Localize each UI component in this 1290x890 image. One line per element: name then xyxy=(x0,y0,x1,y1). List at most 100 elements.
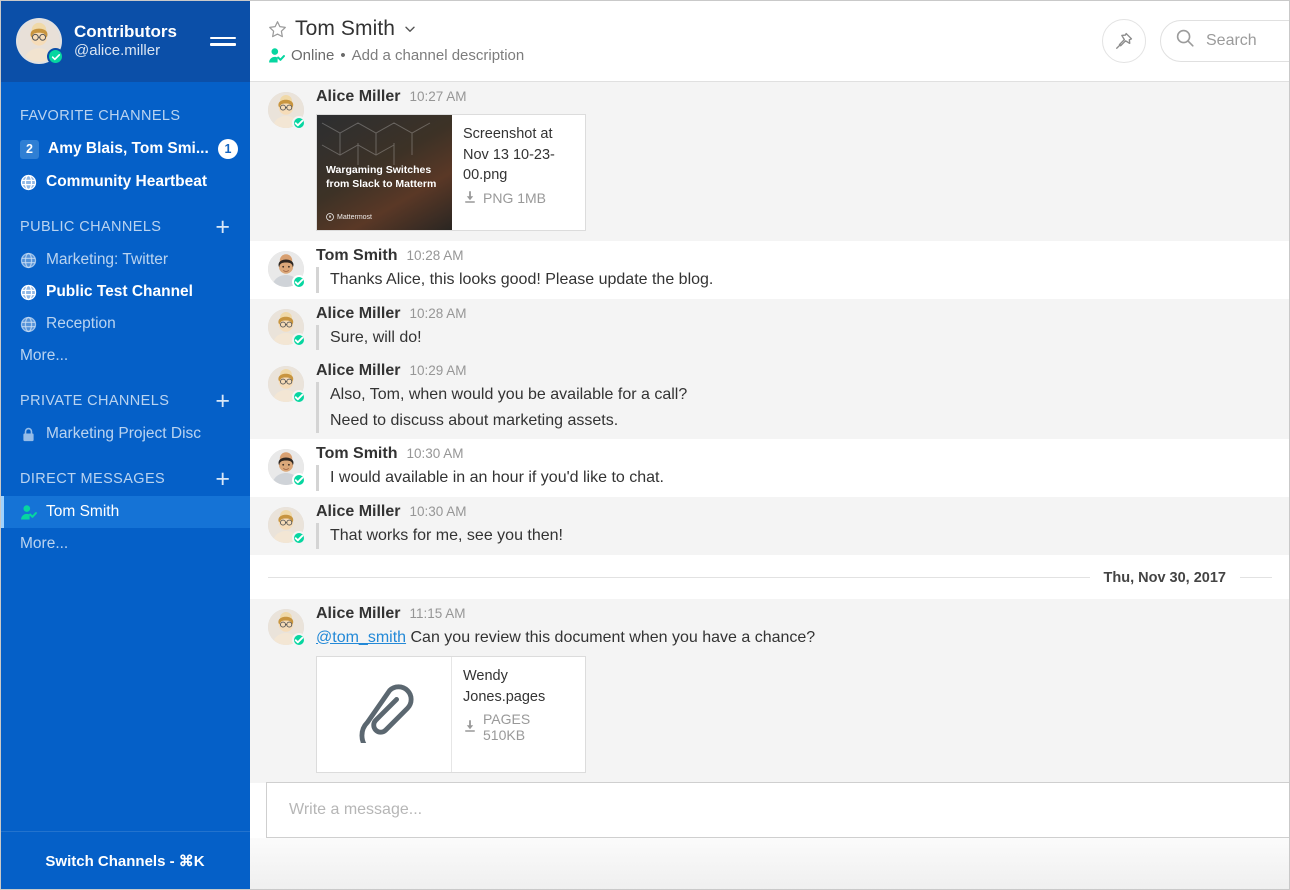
message-author[interactable]: Alice Miller xyxy=(316,362,400,380)
category-favorite-channels[interactable]: FAVORITE CHANNELS xyxy=(0,98,250,132)
avatar[interactable] xyxy=(268,503,306,545)
message-timestamp: 10:27 AM xyxy=(409,89,467,104)
message-author[interactable]: Alice Miller xyxy=(316,305,400,323)
message-composer[interactable] xyxy=(266,782,1290,838)
attachment-filename[interactable]: Wendy Jones.pages xyxy=(463,666,575,707)
sidebar-item-marketing-project-disc[interactable]: Marketing Project Disc xyxy=(0,418,250,450)
mattermost-logo-icon: Mattermost xyxy=(326,213,372,221)
switch-channels-button[interactable]: Switch Channels - ⌘K xyxy=(0,832,250,890)
message-timestamp: 10:30 AM xyxy=(409,503,467,519)
add-channel-description-link[interactable]: Add a channel description xyxy=(352,47,525,64)
message-row[interactable]: Alice Miller 10:30 AM That works for me,… xyxy=(250,496,1290,555)
sidebar-item-reception[interactable]: Reception xyxy=(0,308,250,340)
message-line: I would available in an hour if you'd li… xyxy=(330,469,664,487)
avatar[interactable] xyxy=(268,362,306,405)
avatar[interactable] xyxy=(268,305,306,347)
message-meta: Alice Miller 10:30 AM xyxy=(316,503,1282,521)
attachment-card[interactable]: Wendy Jones.pages PAGES 510KB xyxy=(316,656,586,774)
message-text: Sure, will do! xyxy=(316,324,1282,351)
sidebar-item-tom-smith[interactable]: Tom Smith xyxy=(0,496,250,528)
category-private-channels[interactable]: PRIVATE CHANNELS + xyxy=(0,382,250,418)
globe-icon xyxy=(20,174,37,191)
sidebar-item-label: Amy Blais, Tom Smi... xyxy=(48,140,209,157)
globe-icon xyxy=(20,284,37,301)
message-list[interactable]: Alice Miller 10:27 AM Wargaming Switches… xyxy=(250,82,1290,890)
message-body: Alice Miller 10:27 AM Wargaming Switches… xyxy=(316,88,1282,235)
online-person-icon xyxy=(20,504,37,521)
online-status-icon xyxy=(292,275,306,289)
download-icon[interactable] xyxy=(463,190,477,207)
message-author[interactable]: Tom Smith xyxy=(316,445,397,463)
avatar[interactable] xyxy=(268,247,306,289)
category-direct-messages[interactable]: DIRECT MESSAGES + xyxy=(0,460,250,496)
message-meta: Alice Miller 10:27 AM xyxy=(316,88,1282,106)
message-input[interactable] xyxy=(289,801,1275,819)
message-row[interactable]: Alice Miller 11:15 AM @tom_smith Can you… xyxy=(250,598,1290,784)
search-field[interactable] xyxy=(1206,31,1290,50)
channel-header-left: Tom Smith Online • Add a channel descrip… xyxy=(268,17,1102,64)
attachment-meta[interactable]: PNG 1MB xyxy=(463,190,575,207)
message-author[interactable]: Alice Miller xyxy=(316,88,400,106)
message-meta: Tom Smith 10:30 AM xyxy=(316,445,1282,463)
message-author[interactable]: Alice Miller xyxy=(316,503,400,521)
message-row[interactable]: Alice Miller 10:28 AM Sure, will do! xyxy=(250,298,1290,357)
message-timestamp: 10:29 AM xyxy=(409,363,467,379)
online-status-icon xyxy=(292,530,306,545)
add-private-channel-icon[interactable]: + xyxy=(211,389,234,414)
bottom-bar xyxy=(250,838,1290,890)
attachment-meta[interactable]: PAGES 510KB xyxy=(463,711,575,743)
category-public-channels[interactable]: PUBLIC CHANNELS + xyxy=(0,208,250,244)
sidebar-header[interactable]: Contributors @alice.miller xyxy=(0,0,250,82)
sidebar-item-amy-blais-tom-smith[interactable]: 2 Amy Blais, Tom Smi... 1 xyxy=(0,132,250,166)
message-row[interactable]: Alice Miller 10:29 AM Also, Tom, when wo… xyxy=(250,356,1290,440)
group-count-icon: 2 xyxy=(20,139,39,159)
chevron-down-icon[interactable] xyxy=(403,22,417,36)
divider-line xyxy=(1240,577,1272,579)
divider-line xyxy=(268,577,1090,579)
attachment-card[interactable]: Wargaming Switches from Slack to Matterm… xyxy=(316,114,586,231)
avatar[interactable] xyxy=(268,88,306,130)
add-public-channel-icon[interactable]: + xyxy=(211,215,234,240)
sidebar-item-marketing-twitter[interactable]: Marketing: Twitter xyxy=(0,244,250,276)
message-author[interactable]: Tom Smith xyxy=(316,247,397,265)
attachment-thumb-title: Wargaming Switches from Slack to Matterm xyxy=(326,164,437,191)
attachment-filename[interactable]: Screenshot at Nov 13 10-23-00.png xyxy=(463,124,575,186)
message-line: Also, Tom, when would you be available f… xyxy=(330,386,688,404)
attachment-thumbnail[interactable]: Wargaming Switches from Slack to Matterm… xyxy=(317,115,452,230)
message-text: I would available in an hour if you'd li… xyxy=(316,465,1282,491)
add-direct-message-icon[interactable]: + xyxy=(211,467,234,492)
message-body: Alice Miller 10:30 AM That works for me,… xyxy=(316,503,1282,549)
message-row[interactable]: Tom Smith 10:28 AM Thanks Alice, this lo… xyxy=(250,241,1290,299)
attachment-thumbnail[interactable] xyxy=(317,657,452,773)
search-input[interactable] xyxy=(1160,19,1290,62)
sidebar-item-public-test-channel[interactable]: Public Test Channel xyxy=(0,276,250,308)
header-separator: • xyxy=(340,47,346,64)
sidebar-channel-list[interactable]: FAVORITE CHANNELS 2 Amy Blais, Tom Smi..… xyxy=(0,82,250,832)
more-direct-messages-link[interactable]: More... xyxy=(0,528,250,560)
channel-title-row: Tom Smith xyxy=(268,17,1102,41)
star-icon[interactable] xyxy=(268,20,287,39)
composer-wrapper xyxy=(266,782,1290,838)
user-mention-link[interactable]: @tom_smith xyxy=(316,629,406,646)
avatar[interactable] xyxy=(16,18,64,65)
avatar[interactable] xyxy=(268,445,306,488)
hamburger-icon[interactable] xyxy=(210,27,236,56)
sidebar-item-label: Tom Smith xyxy=(46,503,120,520)
status-text: Online xyxy=(291,47,335,64)
sidebar: Contributors @alice.miller FAVORITE CHAN… xyxy=(0,0,250,890)
lock-icon xyxy=(20,426,37,443)
download-icon[interactable] xyxy=(463,719,477,736)
online-status-icon xyxy=(292,473,306,488)
more-public-channels-link[interactable]: More... xyxy=(0,340,250,372)
message-meta: Tom Smith 10:28 AM xyxy=(316,247,1282,265)
sidebar-item-community-heartbeat[interactable]: Community Heartbeat xyxy=(0,166,250,198)
channel-subheader: Online • Add a channel description xyxy=(268,47,1102,64)
pin-icon[interactable] xyxy=(1102,18,1146,63)
globe-icon xyxy=(20,252,37,269)
category-label: DIRECT MESSAGES xyxy=(20,471,166,487)
avatar[interactable] xyxy=(268,605,306,647)
page-title[interactable]: Tom Smith xyxy=(295,17,395,41)
message-author[interactable]: Alice Miller xyxy=(316,605,400,623)
message-row[interactable]: Alice Miller 10:27 AM Wargaming Switches… xyxy=(250,82,1290,241)
message-row[interactable]: Tom Smith 10:30 AM I would available in … xyxy=(250,439,1290,497)
